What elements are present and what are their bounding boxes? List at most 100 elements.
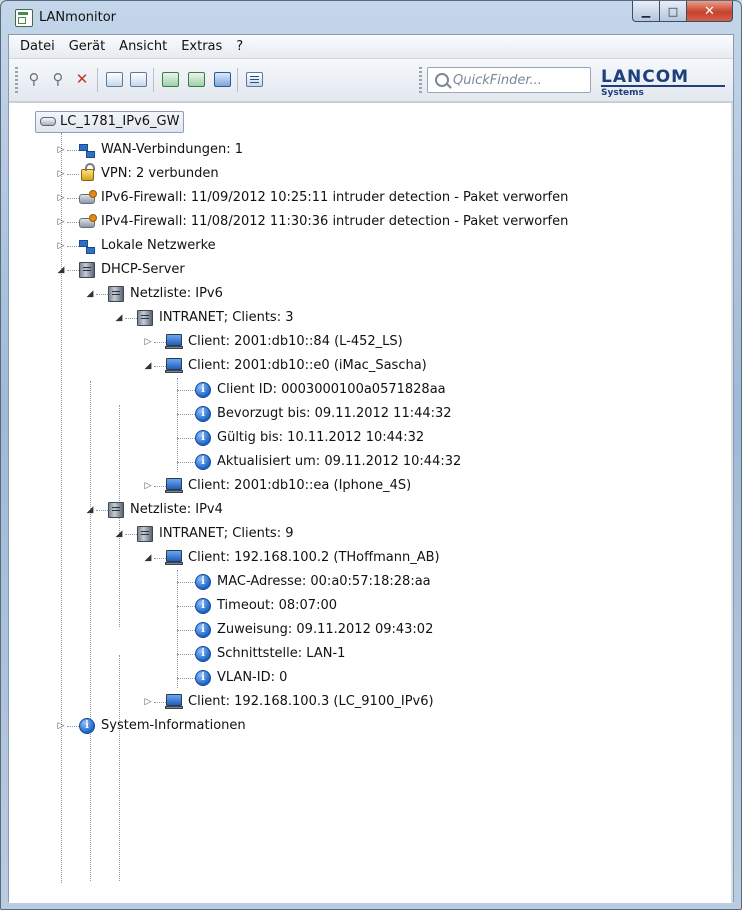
menu-bar: Datei Gerät Ansicht Extras ?	[9, 35, 733, 59]
collapse-icon[interactable]: ◢	[85, 505, 95, 515]
tree-item-ipv6-firewall[interactable]: ▷ IPv6-Firewall: 11/09/2012 10:25:11 int…	[51, 187, 691, 209]
tree-line	[177, 654, 195, 655]
tree-item-lan[interactable]: ▷ Lokale Netzwerke	[51, 235, 691, 257]
close-button[interactable]: ✕	[687, 1, 733, 22]
minimize-button[interactable]: ▁	[632, 1, 660, 22]
tree-item-detail[interactable]: i Gültig bis: 10.11.2012 10:44:32	[167, 427, 647, 449]
expand-button[interactable]	[127, 68, 149, 90]
tree-item-label: MAC-Adresse: 00:a0:57:18:28:aa	[217, 574, 431, 589]
info-icon: i	[195, 406, 211, 422]
tree-item-client[interactable]: ▷ Client: 2001:db10::ea (Iphone_4S)	[138, 475, 658, 497]
tree-item-label: Client ID: 0003000100a0571828aa	[217, 382, 446, 397]
tree-item-detail[interactable]: i Schnittstelle: LAN-1	[167, 643, 647, 665]
toolbar-separator	[153, 68, 154, 92]
server-icon	[79, 262, 95, 278]
tree-item-detail[interactable]: i Bevorzugt bis: 09.11.2012 11:44:32	[167, 403, 647, 425]
tree-item-system-info[interactable]: ▷ i System-Informationen	[51, 715, 691, 737]
lock-device-button[interactable]	[211, 68, 233, 90]
table-button[interactable]	[185, 68, 207, 90]
tree-item-detail[interactable]: i Aktualisiert um: 09.11.2012 10:44:32	[167, 451, 647, 473]
tree-line	[177, 462, 195, 463]
menu-help[interactable]: ?	[229, 35, 250, 59]
tree-item-dhcp[interactable]: ◢ DHCP-Server	[51, 259, 691, 281]
expand-icon[interactable]: ▷	[56, 217, 66, 227]
collapse-icon[interactable]: ◢	[114, 529, 124, 539]
connect-device-button[interactable]: ⚲	[23, 68, 45, 90]
lanmonitor-app-icon[interactable]	[15, 9, 33, 27]
tree-item-detail[interactable]: i MAC-Adresse: 00:a0:57:18:28:aa	[167, 571, 647, 593]
expand-icon[interactable]: ▷	[56, 145, 66, 155]
menu-geraet[interactable]: Gerät	[62, 35, 112, 59]
brand-sub: Systems	[601, 88, 644, 98]
view-list-button[interactable]	[243, 68, 265, 90]
collapse-icon[interactable]: ◢	[56, 265, 66, 275]
collapse-icon[interactable]: ◢	[114, 313, 124, 323]
maximize-button[interactable]: □	[660, 1, 687, 22]
tree-item-client[interactable]: ◢ Client: 192.168.100.2 (THoffmann_AB)	[138, 547, 658, 569]
tree-item-netzliste-ipv6[interactable]: ◢ Netzliste: IPv6	[80, 283, 680, 305]
quickfinder-field[interactable]: QuickFinder...	[427, 67, 591, 93]
root-label: LC_1781_IPv6_GW	[60, 114, 180, 129]
info-icon: i	[195, 430, 211, 446]
tree-line	[67, 198, 79, 199]
config-button[interactable]	[159, 68, 181, 90]
tree-line	[125, 534, 137, 535]
toolbar-grip[interactable]	[419, 67, 422, 93]
collapse-icon	[105, 71, 123, 87]
tree-item-netzliste-ipv4[interactable]: ◢ Netzliste: IPv4	[80, 499, 680, 521]
tree-item-intranet-ipv4[interactable]: ◢ INTRANET; Clients: 9	[109, 523, 669, 545]
tree-item-label: IPv6-Firewall: 11/09/2012 10:25:11 intru…	[101, 190, 569, 205]
title-bar[interactable]: LANmonitor ▁ □ ✕	[1, 1, 741, 35]
search-device-button[interactable]: ⚲	[47, 68, 69, 90]
tree-line	[119, 655, 120, 881]
tree-item-client[interactable]: ◢ Client: 2001:db10::e0 (iMac_Sascha)	[138, 355, 658, 377]
server-icon	[137, 526, 153, 542]
tree-item-intranet-ipv6[interactable]: ◢ INTRANET; Clients: 3	[109, 307, 669, 329]
tree-item-detail[interactable]: i Client ID: 0003000100a0571828aa	[167, 379, 647, 401]
expand-icon[interactable]: ▷	[56, 169, 66, 179]
expand-icon[interactable]: ▷	[143, 337, 153, 347]
tree-item-vpn[interactable]: ▷ VPN: 2 verbunden	[51, 163, 691, 185]
tree-item-detail[interactable]: i Zuweisung: 09.11.2012 09:43:02	[167, 619, 647, 641]
network-icon	[79, 142, 95, 158]
info-icon: i	[195, 646, 211, 662]
tree-line	[177, 582, 195, 583]
server-icon	[137, 310, 153, 326]
expand-icon[interactable]: ▷	[56, 193, 66, 203]
expand-icon[interactable]: ▷	[143, 697, 153, 707]
tree-line	[177, 606, 195, 607]
collapse-icon[interactable]: ◢	[143, 553, 153, 563]
tree-line	[177, 678, 195, 679]
tree-root-device[interactable]: LC_1781_IPv6_GW	[35, 111, 185, 133]
computer-icon	[165, 550, 183, 565]
expand-icon[interactable]: ▷	[56, 721, 66, 731]
collapse-button[interactable]	[103, 68, 125, 90]
tree-item-ipv4-firewall[interactable]: ▷ IPv4-Firewall: 11/08/2012 11:30:36 int…	[51, 211, 691, 233]
menu-datei[interactable]: Datei	[13, 35, 62, 59]
menu-extras[interactable]: Extras	[174, 35, 229, 59]
remove-device-button[interactable]: ✕	[71, 68, 93, 90]
tree-item-wan[interactable]: ▷ WAN-Verbindungen: 1	[51, 139, 691, 161]
tree-line	[90, 381, 91, 881]
collapse-icon[interactable]: ◢	[85, 289, 95, 299]
toolbar-grip[interactable]	[15, 67, 18, 93]
tree-item-label: Client: 2001:db10::e0 (iMac_Sascha)	[188, 358, 427, 373]
network-icon	[79, 238, 95, 254]
menu-ansicht[interactable]: Ansicht	[112, 35, 174, 59]
tree-item-detail[interactable]: i Timeout: 08:07:00	[167, 595, 647, 617]
computer-icon	[165, 478, 183, 493]
tree-line	[67, 222, 79, 223]
tree-line	[96, 510, 108, 511]
collapse-icon[interactable]: ◢	[143, 361, 153, 371]
tree-item-label: Netzliste: IPv6	[130, 286, 223, 301]
expand-icon[interactable]: ▷	[143, 481, 153, 491]
expand-icon[interactable]: ▷	[56, 241, 66, 251]
window-controls: ▁ □ ✕	[632, 1, 733, 23]
tree-item-detail[interactable]: i VLAN-ID: 0	[167, 667, 647, 689]
device-tree[interactable]: LC_1781_IPv6_GW ▷ WAN-Verbindungen: 1 ▷ …	[9, 102, 733, 903]
tree-item-label: Bevorzugt bis: 09.11.2012 11:44:32	[217, 406, 452, 421]
tree-item-client[interactable]: ▷ Client: 2001:db10::84 (L-452_LS)	[138, 331, 658, 353]
tree-item-client[interactable]: ▷ Client: 192.168.100.3 (LC_9100_IPv6)	[138, 691, 658, 713]
toolbar-separator	[97, 68, 98, 92]
server-icon	[108, 286, 124, 302]
